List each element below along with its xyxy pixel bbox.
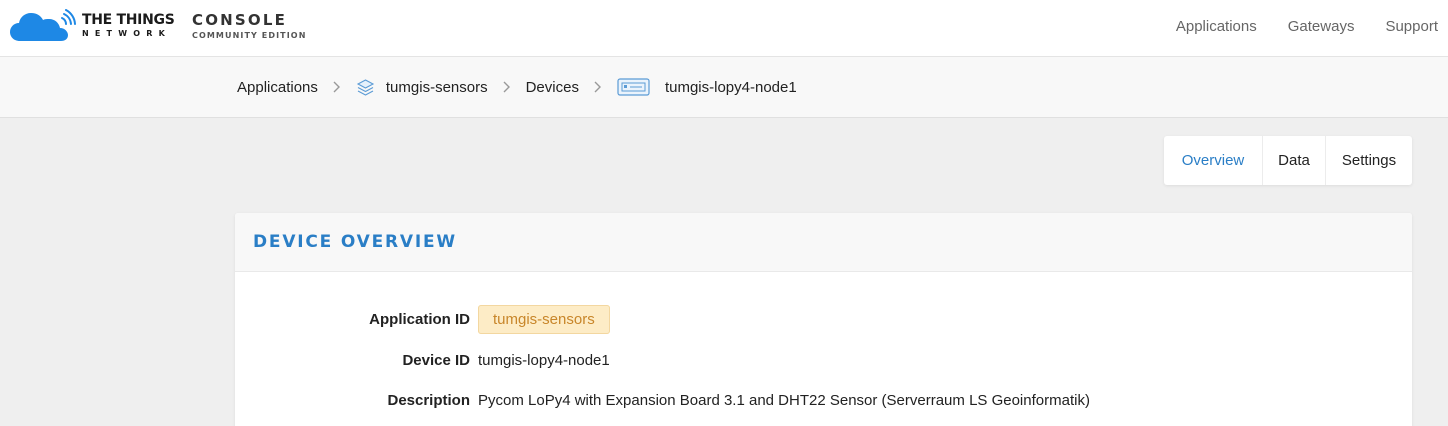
application-id-label: Application ID bbox=[369, 310, 470, 328]
device-overview-card: DEVICE OVERVIEW Application ID tumgis-se… bbox=[235, 213, 1412, 426]
nav-link-support[interactable]: Support bbox=[1385, 18, 1438, 35]
console-title-block: CONSOLE COMMUNITY EDITION bbox=[192, 12, 307, 41]
chevron-right-icon bbox=[333, 81, 341, 93]
console-subtitle: COMMUNITY EDITION bbox=[192, 31, 307, 40]
ttn-logo[interactable]: THE THINGS NETWORK bbox=[10, 9, 175, 43]
application-id-value-wrap: tumgis-sensors bbox=[478, 304, 610, 334]
stack-icon bbox=[356, 78, 375, 97]
tab-overview[interactable]: Overview bbox=[1164, 136, 1262, 185]
breadcrumb-device[interactable]: tumgis-lopy4-node1 bbox=[617, 77, 797, 97]
device-id-label: Device ID bbox=[402, 351, 470, 369]
breadcrumb-application[interactable]: tumgis-sensors bbox=[356, 78, 488, 97]
nav-link-applications[interactable]: Applications bbox=[1176, 18, 1257, 35]
device-tabs: Overview Data Settings bbox=[1164, 136, 1412, 185]
application-id-row: Application ID tumgis-sensors bbox=[235, 304, 610, 334]
breadcrumb-bar: Applications tumgis-sensors Devices tumg… bbox=[0, 57, 1448, 118]
brand-wordmark: THE THINGS NETWORK bbox=[82, 12, 175, 39]
top-navigation-bar: THE THINGS NETWORK CONSOLE COMMUNITY EDI… bbox=[0, 0, 1448, 57]
device-icon bbox=[617, 77, 650, 97]
breadcrumb-application-label: tumgis-sensors bbox=[385, 78, 488, 96]
cloud-icon bbox=[10, 9, 76, 41]
device-id-value: tumgis-lopy4-node1 bbox=[478, 351, 610, 369]
description-value: Pycom LoPy4 with Expansion Board 3.1 and… bbox=[478, 391, 1090, 409]
breadcrumb-device-label: tumgis-lopy4-node1 bbox=[664, 78, 797, 96]
breadcrumb: Applications tumgis-sensors Devices tumg… bbox=[237, 57, 797, 117]
card-title: DEVICE OVERVIEW bbox=[253, 232, 457, 252]
application-id-badge[interactable]: tumgis-sensors bbox=[478, 304, 610, 334]
top-nav: Applications Gateways Support bbox=[1145, 0, 1438, 52]
description-label: Description bbox=[387, 391, 470, 409]
chevron-right-icon bbox=[594, 81, 602, 93]
chevron-right-icon bbox=[503, 81, 511, 93]
brand-main-text: THE THINGS bbox=[82, 12, 175, 28]
description-row: Description Pycom LoPy4 with Expansion B… bbox=[235, 385, 1090, 415]
console-title: CONSOLE bbox=[192, 11, 288, 29]
device-id-row: Device ID tumgis-lopy4-node1 bbox=[235, 345, 610, 375]
nav-link-gateways[interactable]: Gateways bbox=[1288, 18, 1355, 35]
brand-sub-text: NETWORK bbox=[82, 29, 172, 38]
breadcrumb-applications[interactable]: Applications bbox=[237, 79, 318, 96]
tab-settings[interactable]: Settings bbox=[1325, 136, 1412, 185]
card-header: DEVICE OVERVIEW bbox=[235, 213, 1412, 272]
tab-data[interactable]: Data bbox=[1262, 136, 1325, 185]
breadcrumb-devices[interactable]: Devices bbox=[526, 79, 579, 96]
